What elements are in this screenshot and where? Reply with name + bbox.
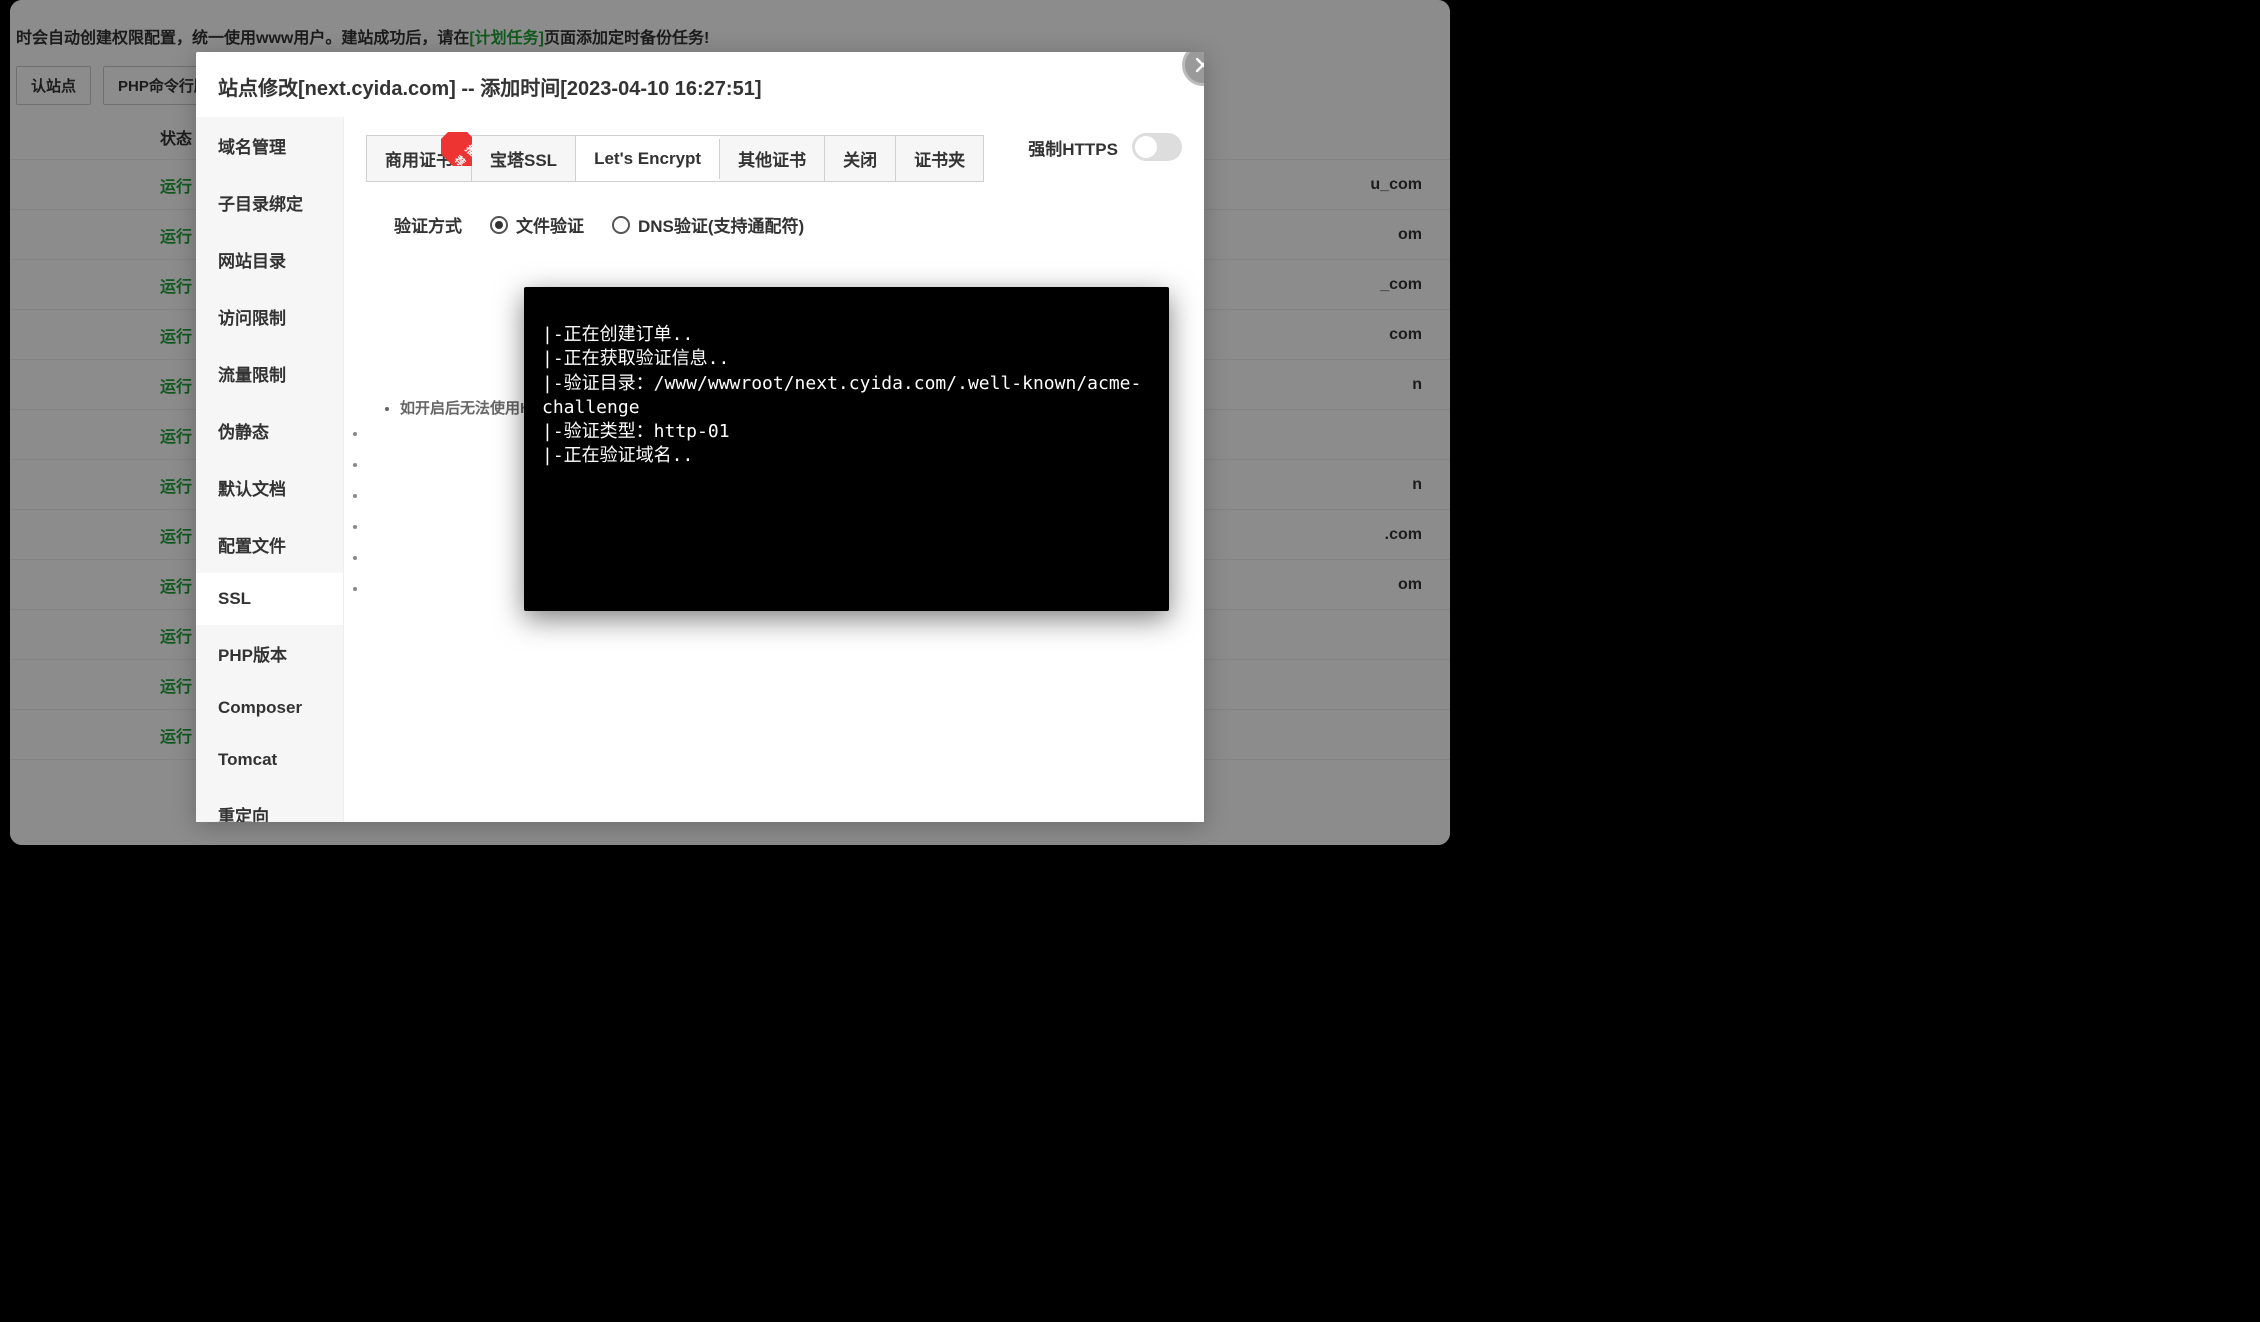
tip-post: 页面添加定时备份任务! (544, 30, 709, 47)
status-run: 运行 (10, 223, 192, 247)
modal-main: 强制HTTPS 商用证书宝塔SSLLet's Encrypt其他证书关闭证书夹 … (344, 117, 1204, 822)
terminal-line: |-正在创建订单.. (542, 323, 1151, 347)
terminal-line: |-验证目录：/www/wwwroot/next.cyida.com/.well… (542, 372, 1151, 421)
status-run: 运行 (10, 373, 192, 397)
radio-icon (612, 216, 630, 234)
status-run: 运行 (10, 323, 192, 347)
status-run: 运行 (10, 673, 192, 697)
site-edit-modal: 站点修改[next.cyida.com] -- 添加时间[2023-04-10 … (196, 52, 1204, 822)
recommend-ribbon-icon (441, 132, 475, 166)
sidebar-item-PHP版本[interactable]: PHP版本 (196, 625, 343, 682)
verify-dns-label: DNS验证(支持通配符) (638, 212, 804, 237)
hidden-bullet (368, 549, 372, 566)
verify-label: 验证方式 (394, 212, 462, 237)
status-run: 运行 (10, 423, 192, 447)
sidebar-item-访问限制[interactable]: 访问限制 (196, 288, 343, 345)
status-run: 运行 (10, 723, 192, 747)
tab-Let's Encrypt[interactable]: Let's Encrypt (576, 139, 720, 179)
terminal-output: |-正在创建订单..|-正在获取验证信息..|-验证目录：/www/wwwroo… (524, 287, 1169, 611)
sidebar-item-Composer[interactable]: Composer (196, 682, 343, 734)
status-run: 运行 (10, 273, 192, 297)
status-run: 运行 (10, 573, 192, 597)
sidebar-item-子目录绑定[interactable]: 子目录绑定 (196, 174, 343, 231)
terminal-line: |-正在获取验证信息.. (542, 347, 1151, 371)
sidebar-item-配置文件[interactable]: 配置文件 (196, 516, 343, 573)
tip-link[interactable]: [计划任务] (469, 30, 544, 47)
tab-商用证书[interactable]: 商用证书 (367, 136, 472, 181)
verify-file-radio[interactable]: 文件验证 (490, 212, 584, 237)
force-https-label: 强制HTTPS (1028, 135, 1118, 160)
close-icon (1193, 55, 1204, 75)
force-https-toggle[interactable] (1132, 133, 1182, 161)
verify-row: 验证方式 文件验证 DNS验证(支持通配符) (366, 212, 1182, 237)
tab-其他证书[interactable]: 其他证书 (720, 136, 825, 181)
tab-宝塔SSL[interactable]: 宝塔SSL (472, 136, 576, 181)
hidden-bullet (368, 518, 372, 535)
domain-cell: n (1412, 476, 1422, 494)
domain-cell: om (1398, 576, 1422, 594)
tab-关闭[interactable]: 关闭 (825, 136, 896, 181)
domain-cell: n (1412, 376, 1422, 394)
sidebar-item-默认文档[interactable]: 默认文档 (196, 459, 343, 516)
default-site-button[interactable]: 认站点 (16, 66, 91, 105)
status-run: 运行 (10, 523, 192, 547)
terminal-line: |-正在验证域名.. (542, 444, 1151, 468)
tab-证书夹[interactable]: 证书夹 (896, 136, 983, 181)
sidebar-item-网站目录[interactable]: 网站目录 (196, 231, 343, 288)
hidden-bullet (368, 425, 372, 442)
domain-cell: _com (1380, 276, 1422, 294)
status-run: 运行 (10, 623, 192, 647)
hidden-bullet (368, 487, 372, 504)
radio-icon (490, 216, 508, 234)
terminal-line: |-验证类型：http-01 (542, 420, 1151, 444)
hidden-bullet (368, 456, 372, 473)
sidebar-item-SSL[interactable]: SSL (196, 573, 343, 625)
status-run: 运行 (10, 473, 192, 497)
force-https-row: 强制HTTPS (1028, 133, 1182, 161)
verify-dns-radio[interactable]: DNS验证(支持通配符) (612, 212, 804, 237)
ssl-tabs: 商用证书宝塔SSLLet's Encrypt其他证书关闭证书夹 (366, 135, 984, 182)
status-run: 运行 (10, 173, 192, 197)
hidden-bullet (368, 580, 372, 597)
modal-title: 站点修改[next.cyida.com] -- 添加时间[2023-04-10 … (196, 52, 1204, 117)
sidebar-item-重定向[interactable]: 重定向 (196, 786, 343, 822)
sidebar-item-伪静态[interactable]: 伪静态 (196, 402, 343, 459)
tip-pre: 时会自动创建权限配置，统一使用www用户。建站成功后，请在 (16, 30, 469, 47)
modal-side-nav: 域名管理子目录绑定网站目录访问限制流量限制伪静态默认文档配置文件SSLPHP版本… (196, 117, 344, 822)
domain-cell: u_com (1370, 176, 1422, 194)
sidebar-item-域名管理[interactable]: 域名管理 (196, 117, 343, 174)
domain-cell: .com (1385, 526, 1422, 544)
domain-cell: om (1398, 226, 1422, 244)
sidebar-item-Tomcat[interactable]: Tomcat (196, 734, 343, 786)
sidebar-item-流量限制[interactable]: 流量限制 (196, 345, 343, 402)
verify-file-label: 文件验证 (516, 212, 584, 237)
domain-cell: com (1389, 326, 1422, 344)
